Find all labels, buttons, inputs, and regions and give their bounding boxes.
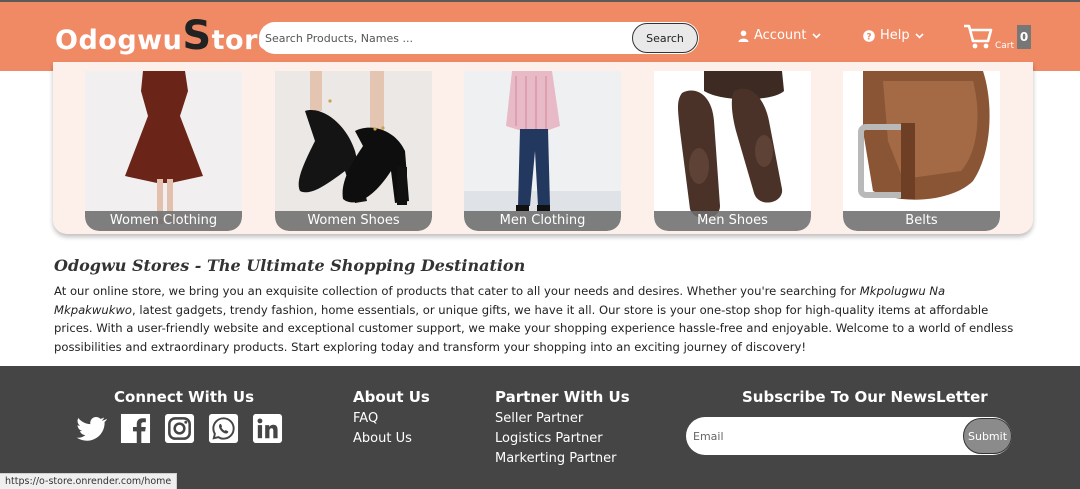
- footer-link-marketing-partner[interactable]: Markerting Partner: [495, 451, 617, 466]
- footer-link-faq[interactable]: FAQ: [353, 411, 378, 426]
- linkedin-icon[interactable]: [252, 413, 283, 444]
- category-label: Women Clothing: [85, 211, 242, 231]
- loafers-image: [654, 71, 811, 231]
- chevron-down-icon: [915, 32, 924, 39]
- top-navbar: OdogwuStore Search Account ? Help Cart 0: [0, 0, 1080, 71]
- footer-link-logistics-partner[interactable]: Logistics Partner: [495, 431, 603, 446]
- about-heading: About Us: [353, 388, 430, 406]
- question-circle-icon: ?: [863, 29, 875, 42]
- belt-image: [843, 71, 1000, 231]
- whatsapp-icon[interactable]: [208, 413, 239, 444]
- twitter-icon[interactable]: [76, 413, 107, 444]
- chevron-down-icon: [811, 32, 821, 39]
- category-women-shoes[interactable]: Women Shoes: [275, 71, 432, 231]
- newsletter-form: Submit: [686, 417, 1012, 455]
- user-icon: [738, 30, 749, 42]
- category-label: Women Shoes: [275, 211, 432, 231]
- account-label: Account: [754, 28, 807, 43]
- category-women-clothing[interactable]: Women Clothing: [85, 71, 242, 231]
- logo-letter: S: [182, 13, 212, 59]
- category-label: Belts: [843, 211, 1000, 231]
- heels-image: [275, 71, 432, 231]
- category-men-clothing[interactable]: Men Clothing: [464, 71, 621, 231]
- newsletter-heading: Subscribe To Our NewsLetter: [742, 388, 988, 406]
- logo-text: Odogwu: [55, 25, 183, 56]
- store-logo[interactable]: OdogwuStore: [55, 16, 277, 63]
- svg-text:?: ?: [866, 32, 871, 42]
- status-bar-url: https://o-store.onrender.com/home: [0, 473, 178, 489]
- intro-title: Odogwu Stores - The Ultimate Shopping De…: [54, 256, 526, 275]
- newsletter-email-input[interactable]: [686, 417, 956, 455]
- search-input[interactable]: [259, 22, 631, 54]
- footer-link-about-us[interactable]: About Us: [353, 431, 412, 446]
- social-links: [76, 413, 283, 444]
- category-men-shoes[interactable]: Men Shoes: [654, 71, 811, 231]
- connect-heading: Connect With Us: [114, 388, 254, 406]
- instagram-icon[interactable]: [164, 413, 195, 444]
- intro-text-part: At our online store, we bring you an exq…: [54, 284, 860, 298]
- help-label: Help: [880, 28, 910, 43]
- intro-text-part: , latest gadgets, trendy fashion, home e…: [54, 302, 1014, 354]
- search-bar: Search: [259, 22, 699, 54]
- cart-label: Cart: [995, 41, 1015, 51]
- cart-button[interactable]: Cart 0: [963, 24, 1033, 58]
- newsletter-submit-button[interactable]: Submit: [963, 418, 1012, 454]
- footer: Connect With Us About Us FAQ About Us Pa…: [0, 366, 1080, 489]
- partner-heading: Partner With Us: [495, 388, 630, 406]
- category-belts[interactable]: Belts: [843, 71, 1000, 231]
- dress-image: [85, 71, 242, 231]
- account-menu[interactable]: Account: [738, 28, 821, 43]
- cart-icon: [964, 24, 993, 49]
- facebook-icon[interactable]: [120, 413, 151, 444]
- search-button[interactable]: Search: [632, 23, 698, 53]
- category-label: Men Clothing: [464, 211, 621, 231]
- footer-link-seller-partner[interactable]: Seller Partner: [495, 411, 583, 426]
- cart-count-badge: 0: [1017, 25, 1031, 49]
- intro-paragraph: At our online store, we bring you an exq…: [54, 282, 1026, 356]
- help-menu[interactable]: ? Help: [863, 28, 924, 43]
- category-label: Men Shoes: [654, 211, 811, 231]
- man-image: [464, 71, 621, 231]
